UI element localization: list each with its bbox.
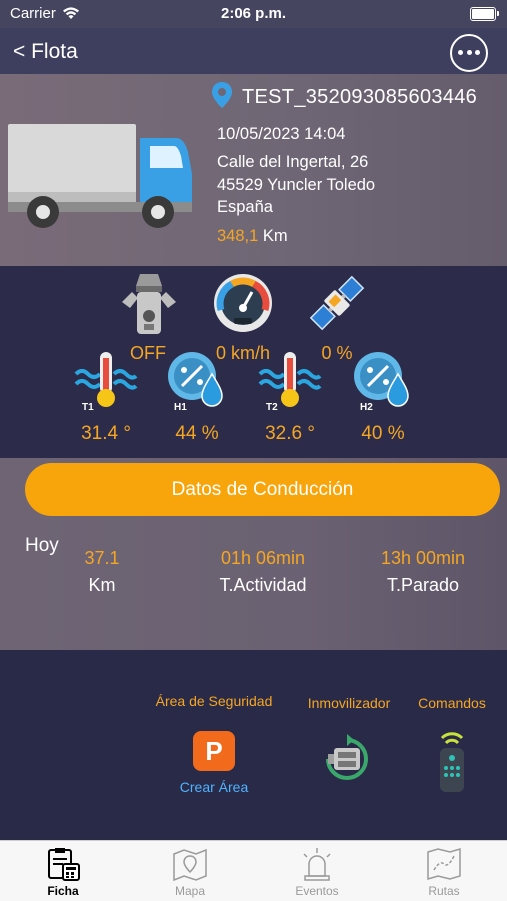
tab-ficha[interactable]: Ficha bbox=[0, 841, 126, 901]
odometer-value: 348,1 bbox=[217, 227, 259, 245]
controls-panel: Área de Seguridad Inmovilizador Comandos… bbox=[0, 650, 507, 840]
address-line1: Calle del Ingertal, 26 bbox=[217, 153, 369, 171]
ignition-icon bbox=[122, 274, 176, 334]
t2-label: T2 bbox=[266, 402, 278, 412]
status-bar: Carrier 2:06 p.m. bbox=[0, 0, 507, 28]
tab-label: Eventos bbox=[295, 884, 339, 898]
t2-value: 32.6 ° bbox=[265, 423, 315, 444]
security-area-label: Área de Seguridad bbox=[155, 693, 273, 709]
vehicle-panel: TEST_352093085603446 10/05/2023 14:04 Ca… bbox=[0, 74, 507, 266]
create-area-link[interactable]: Crear Área bbox=[160, 779, 268, 795]
odometer-unit: Km bbox=[262, 227, 288, 245]
commands-label: Comandos bbox=[418, 695, 486, 711]
location-pin-icon bbox=[212, 82, 232, 108]
stopped-label: T.Parado bbox=[386, 575, 460, 595]
nav-bar: < Flota bbox=[0, 28, 507, 74]
tab-rutas[interactable]: Rutas bbox=[381, 841, 507, 901]
period-label: Hoy bbox=[25, 535, 59, 556]
driving-data-button[interactable]: Datos de Conducción bbox=[25, 463, 500, 516]
activity-value: 01h 06min bbox=[220, 548, 306, 568]
immobilizer-icon[interactable] bbox=[318, 730, 376, 788]
ficha-icon bbox=[48, 848, 80, 881]
map-icon bbox=[173, 848, 207, 882]
back-button[interactable]: < Flota bbox=[13, 40, 78, 64]
driving-panel: Datos de Conducción Hoy 37.1 Km 01h 06mi… bbox=[0, 458, 507, 650]
tab-bar: Ficha Mapa Eventos Rutas bbox=[0, 840, 507, 901]
tab-mapa[interactable]: Mapa bbox=[127, 841, 253, 901]
sensors-panel: OFF 0 km/h 0 % T1 H1 T2 H2 31.4 ° 44 % 3… bbox=[0, 266, 507, 458]
h2-label: H2 bbox=[360, 402, 373, 412]
battery-icon bbox=[470, 7, 499, 21]
t1-label: T1 bbox=[82, 402, 94, 412]
stopped-value: 13h 00min bbox=[380, 548, 466, 568]
h2-value: 40 % bbox=[361, 423, 405, 444]
speedometer-icon bbox=[214, 274, 272, 332]
t1-value: 31.4 ° bbox=[81, 423, 131, 444]
humidity-icon: H1 bbox=[168, 352, 223, 412]
tab-eventos[interactable]: Eventos bbox=[254, 841, 380, 901]
tab-label: Rutas bbox=[428, 884, 460, 898]
distance-value: 37.1 bbox=[84, 548, 120, 568]
h1-label: H1 bbox=[174, 402, 187, 412]
thermometer-icon: T1 bbox=[74, 352, 138, 412]
tab-label: Ficha bbox=[47, 884, 79, 898]
truck-icon bbox=[8, 124, 192, 228]
humidity-icon: H2 bbox=[354, 352, 409, 412]
address-line2: 45529 Yuncler Toledo bbox=[217, 176, 376, 194]
tab-label: Mapa bbox=[174, 884, 206, 898]
alarm-icon bbox=[303, 848, 331, 881]
parking-area-button[interactable]: P bbox=[193, 731, 235, 771]
satellite-icon bbox=[309, 275, 365, 331]
h1-value: 44 % bbox=[175, 423, 219, 444]
distance-label: Km bbox=[88, 575, 116, 595]
vehicle-datetime: 10/05/2023 14:04 bbox=[217, 125, 346, 143]
more-icon[interactable] bbox=[450, 34, 488, 72]
vehicle-name: TEST_352093085603446 bbox=[242, 86, 478, 108]
clock: 2:06 p.m. bbox=[220, 5, 287, 22]
thermometer-icon: T2 bbox=[258, 352, 322, 412]
immobilizer-label: Inmovilizador bbox=[307, 695, 391, 711]
routes-icon bbox=[427, 847, 461, 881]
address-country: España bbox=[217, 198, 273, 216]
remote-control-icon[interactable] bbox=[432, 728, 472, 794]
activity-label: T.Actividad bbox=[219, 575, 307, 595]
